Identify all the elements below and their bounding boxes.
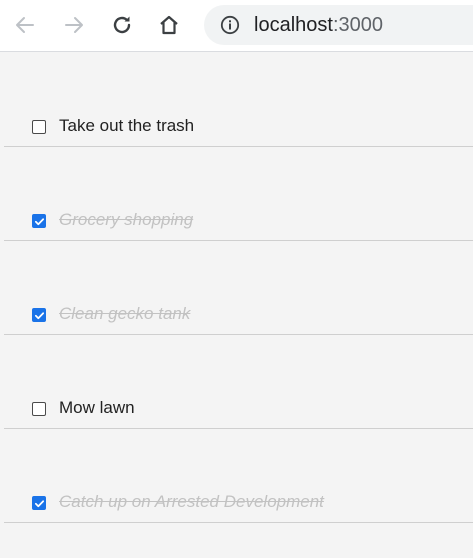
todo-item: Take out the trash: [4, 53, 473, 147]
url-text[interactable]: localhost:3000: [254, 5, 383, 45]
home-icon: [160, 15, 178, 35]
todo-label: Catch up on Arrested Development: [59, 492, 324, 511]
todo-list: Take out the trash Grocery shopping Clean …: [0, 53, 473, 523]
url-host: localhost: [254, 14, 333, 36]
arrow-right-icon: [65, 17, 83, 33]
address-bar[interactable]: localhost:3000: [204, 5, 473, 45]
back-button[interactable]: [8, 8, 42, 42]
arrow-left-icon: [16, 17, 34, 33]
todo-item: Clean gecko tank: [4, 241, 473, 335]
todo-checkbox[interactable]: [32, 214, 46, 228]
checkmark-icon: [34, 500, 45, 508]
reload-icon: [113, 16, 131, 34]
info-icon[interactable]: [220, 15, 240, 35]
todo-label: Clean gecko tank: [59, 304, 191, 323]
checkmark-icon: [34, 312, 45, 320]
todo-checkbox[interactable]: [32, 496, 46, 510]
todo-checkbox[interactable]: [32, 120, 46, 134]
forward-button[interactable]: [57, 8, 91, 42]
reload-button[interactable]: [105, 8, 139, 42]
browser-toolbar: localhost:3000: [0, 0, 473, 52]
home-button[interactable]: [152, 8, 186, 42]
todo-item: Mow lawn: [4, 335, 473, 429]
todo-item: Catch up on Arrested Development: [4, 429, 473, 523]
url-port: :3000: [332, 14, 383, 36]
todo-label: Take out the trash: [59, 116, 195, 135]
todo-item: Grocery shopping: [4, 147, 473, 241]
todo-checkbox[interactable]: [32, 308, 46, 322]
todo-label: Mow lawn: [59, 398, 135, 417]
todo-checkbox[interactable]: [32, 402, 46, 416]
todo-label: Grocery shopping: [59, 210, 194, 229]
checkmark-icon: [34, 218, 45, 226]
